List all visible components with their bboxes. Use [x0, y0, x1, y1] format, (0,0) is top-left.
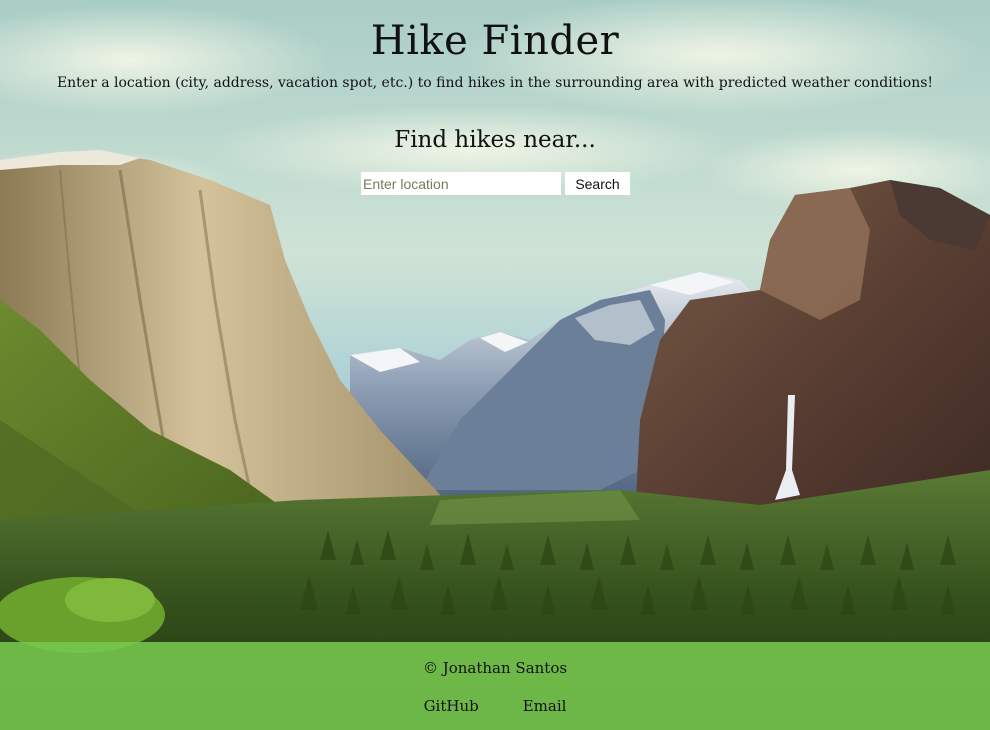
location-input[interactable]	[361, 172, 561, 195]
location-search-form: Search	[361, 172, 630, 195]
search-button[interactable]: Search	[565, 172, 630, 195]
footer: © Jonathan Santos GitHub Email	[0, 642, 990, 730]
github-link[interactable]: GitHub	[424, 697, 479, 715]
email-link[interactable]: Email	[523, 697, 567, 715]
search-heading: Find hikes near...	[394, 127, 596, 153]
copyright-text: © Jonathan Santos	[422, 659, 568, 677]
site-subtitle: Enter a location (city, address, vacatio…	[56, 75, 934, 91]
footer-links: GitHub Email	[0, 697, 990, 715]
background-landscape-image	[0, 0, 990, 730]
site-title: Hike Finder	[370, 18, 620, 64]
